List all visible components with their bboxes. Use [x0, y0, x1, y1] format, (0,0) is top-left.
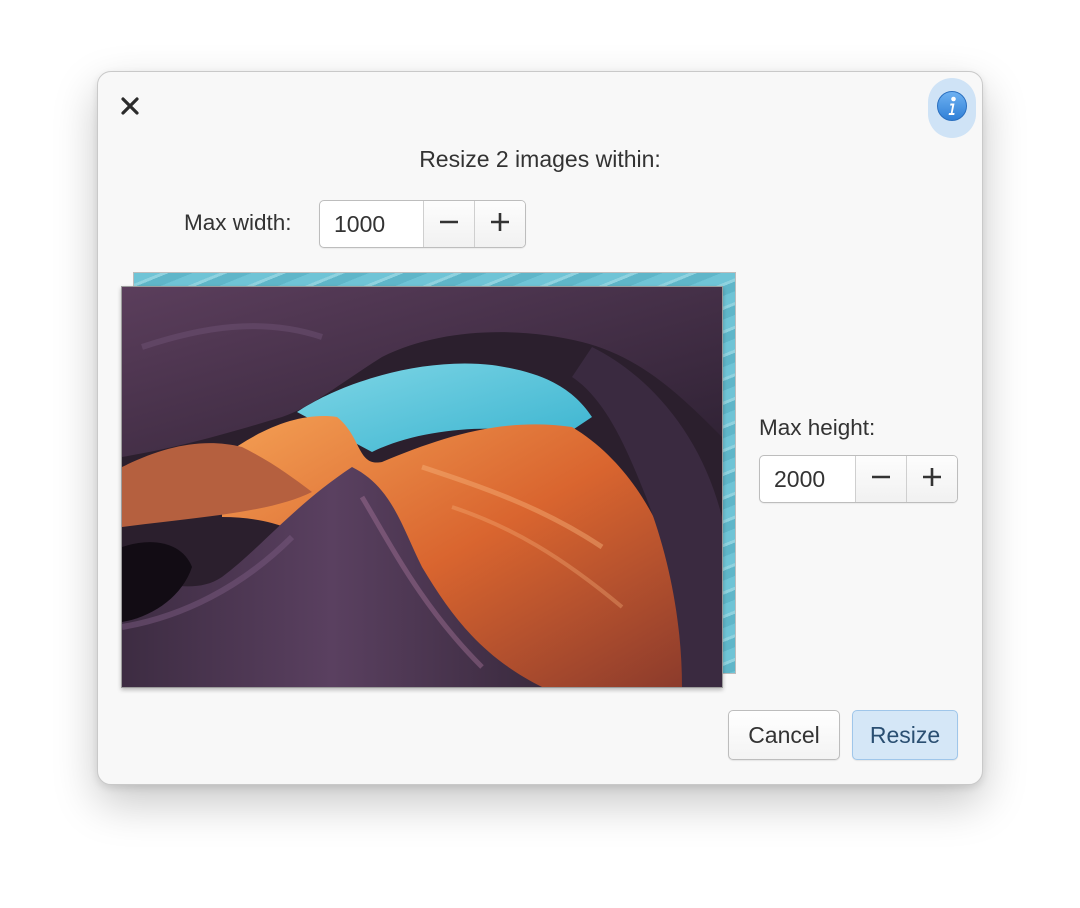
max-height-increment-button[interactable] [906, 456, 957, 502]
close-button[interactable] [114, 92, 146, 124]
max-height-input[interactable]: 2000 [760, 456, 855, 502]
cancel-button[interactable]: Cancel [728, 710, 840, 760]
max-width-decrement-button[interactable] [423, 201, 474, 247]
max-width-input[interactable]: 1000 [320, 201, 423, 247]
plus-icon [922, 467, 942, 492]
resize-dialog: Resize 2 images within: Max width: 1000 [97, 71, 983, 785]
max-width-increment-button[interactable] [474, 201, 525, 247]
preview-image-front [121, 286, 723, 688]
max-height-spinbutton: 2000 [759, 455, 958, 503]
close-icon [121, 96, 139, 120]
max-width-spinbutton: 1000 [319, 200, 526, 248]
minus-icon [439, 212, 459, 237]
info-icon [936, 90, 968, 127]
plus-icon [490, 212, 510, 237]
max-width-label: Max width: [184, 210, 292, 235]
max-height-decrement-button[interactable] [855, 456, 906, 502]
dialog-title: Resize 2 images within: [419, 146, 661, 172]
max-height-label: Max height: [759, 415, 876, 440]
resize-button[interactable]: Resize [852, 710, 958, 760]
info-button[interactable] [928, 78, 976, 138]
minus-icon [871, 467, 891, 492]
